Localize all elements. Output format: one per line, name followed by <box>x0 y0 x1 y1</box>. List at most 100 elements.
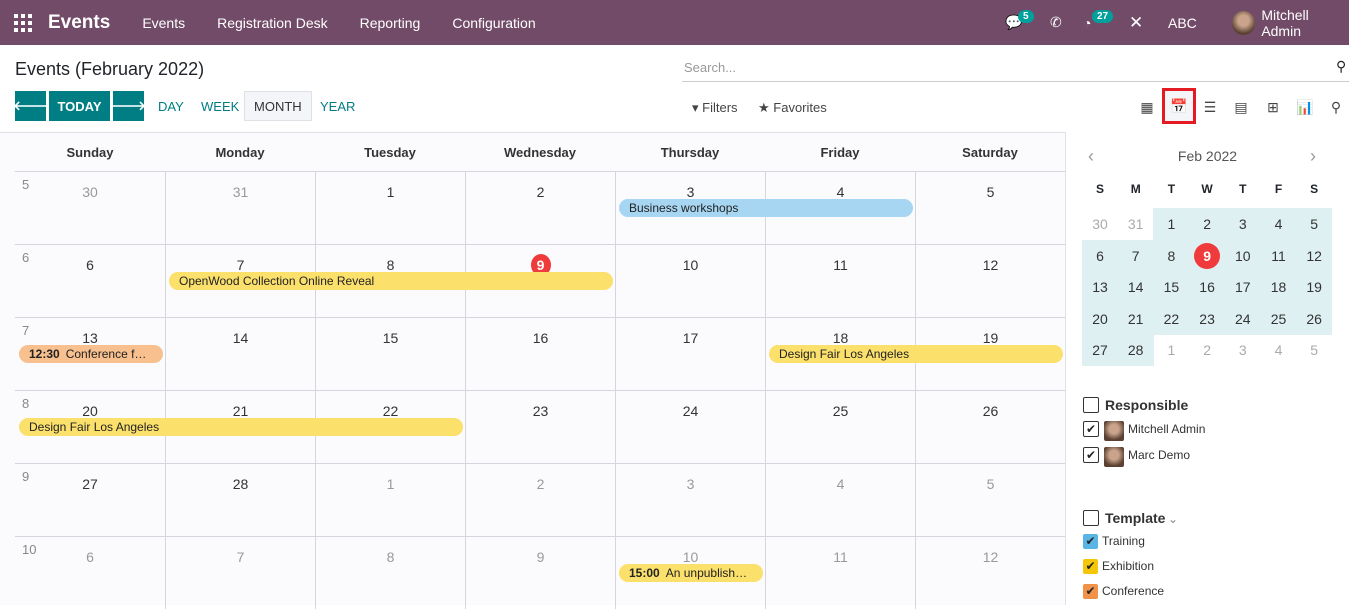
day-cell[interactable]: 2 <box>465 171 615 244</box>
day-cell[interactable]: 30 <box>15 171 165 244</box>
user-menu[interactable]: Mitchell Admin <box>1232 0 1349 45</box>
mini-calendar-day[interactable]: 20 <box>1082 302 1118 335</box>
day-cell[interactable]: 27 <box>15 463 165 536</box>
phone-icon[interactable]: ✆ <box>1050 0 1062 45</box>
messages-icon[interactable]: 💬 <box>1005 0 1022 45</box>
favorites-button[interactable]: ★ Favorites <box>758 100 827 116</box>
day-cell[interactable]: 11 <box>765 536 915 609</box>
mini-calendar-day[interactable]: 1 <box>1153 334 1189 366</box>
mini-calendar-day[interactable]: 9 <box>1189 239 1226 272</box>
calendar-event[interactable]: Business workshops <box>619 199 913 217</box>
day-cell[interactable]: 1 <box>315 463 465 536</box>
mini-calendar-day[interactable]: 11 <box>1260 239 1297 272</box>
calendar-view-icon[interactable]: 📅 <box>1162 88 1196 124</box>
mini-calendar-day[interactable]: 23 <box>1189 302 1226 335</box>
mini-calendar-day[interactable]: 2 <box>1189 334 1225 366</box>
day-cell[interactable]: 28 <box>165 463 315 536</box>
day-cell[interactable]: 24 <box>615 390 765 463</box>
day-cell[interactable]: 31 <box>165 171 315 244</box>
today-button[interactable]: TODAY <box>49 91 110 121</box>
responsible-checkbox[interactable]: ✔ <box>1083 421 1099 437</box>
mini-calendar-day[interactable]: 8 <box>1153 239 1190 272</box>
calendar-event[interactable]: Design Fair Los Angeles <box>19 418 463 436</box>
mini-calendar-day[interactable]: 12 <box>1296 239 1333 272</box>
mini-calendar-day[interactable]: 25 <box>1260 302 1297 335</box>
mini-calendar-day[interactable]: 10 <box>1224 239 1261 272</box>
day-cell[interactable]: 16 <box>465 317 615 390</box>
mini-calendar-day[interactable]: 6 <box>1082 239 1118 272</box>
day-cell[interactable]: 2 <box>465 463 615 536</box>
day-cell[interactable]: 17 <box>615 317 765 390</box>
calendar-event[interactable]: OpenWood Collection Online Reveal <box>169 272 613 290</box>
menu-events[interactable]: Events <box>142 15 185 31</box>
scale-day[interactable]: DAY <box>149 91 193 121</box>
gantt-view-icon[interactable]: ▤ <box>1230 96 1252 118</box>
company-switcher[interactable]: ABC <box>1168 0 1197 45</box>
day-cell[interactable]: 1 <box>315 171 465 244</box>
calendar-event[interactable]: Design Fair Los Angeles <box>769 345 1063 363</box>
mini-calendar-day[interactable]: 5 <box>1296 208 1333 240</box>
day-cell[interactable]: 11 <box>765 244 915 317</box>
mini-calendar-day[interactable]: 4 <box>1261 334 1297 366</box>
search-input[interactable]: Search... <box>682 54 1349 82</box>
mini-calendar-day[interactable]: 3 <box>1225 334 1261 366</box>
day-cell[interactable]: 6 <box>15 244 165 317</box>
previous-button[interactable]: 🡐 <box>13 91 48 121</box>
day-cell[interactable]: 3 <box>615 463 765 536</box>
mini-calendar-day[interactable]: 1 <box>1153 208 1190 240</box>
template-checkbox[interactable]: ✔ <box>1083 534 1098 549</box>
mini-calendar-day[interactable]: 15 <box>1153 271 1190 303</box>
scale-month[interactable]: MONTH <box>244 91 312 121</box>
mini-calendar-day[interactable]: 16 <box>1189 271 1226 303</box>
map-view-icon[interactable]: ⚲ <box>1325 96 1347 118</box>
day-cell[interactable]: 7 <box>165 536 315 609</box>
search-icon[interactable]: ⚲ <box>1336 58 1346 75</box>
template-all-checkbox[interactable] <box>1083 510 1099 526</box>
kanban-view-icon[interactable]: ▦ <box>1136 96 1158 118</box>
next-button[interactable]: 🡒 <box>111 91 146 121</box>
filters-button[interactable]: ▾ Filters <box>692 100 738 116</box>
day-cell[interactable]: 12 <box>915 536 1065 609</box>
day-cell[interactable]: 9 <box>465 536 615 609</box>
day-cell[interactable]: 6 <box>15 536 165 609</box>
day-cell[interactable]: 12 <box>915 244 1065 317</box>
mini-calendar-day[interactable]: 22 <box>1153 302 1190 335</box>
mini-calendar-day[interactable]: 13 <box>1082 271 1118 303</box>
list-view-icon[interactable]: ☰ <box>1199 96 1221 118</box>
mini-calendar-day[interactable]: 4 <box>1260 208 1297 240</box>
menu-configuration[interactable]: Configuration <box>452 15 535 31</box>
mini-calendar-day[interactable]: 24 <box>1224 302 1261 335</box>
day-cell[interactable]: 5 <box>915 171 1065 244</box>
apps-menu-icon[interactable] <box>14 13 32 32</box>
day-cell[interactable]: 15 <box>315 317 465 390</box>
mini-calendar-day[interactable]: 2 <box>1189 208 1226 240</box>
mini-calendar-day[interactable]: 5 <box>1296 334 1332 366</box>
mini-calendar-day[interactable]: 14 <box>1117 271 1154 303</box>
template-checkbox[interactable]: ✔ <box>1083 559 1098 574</box>
scale-week[interactable]: WEEK <box>192 91 248 121</box>
mini-calendar-day[interactable]: 31 <box>1118 208 1154 240</box>
menu-reporting[interactable]: Reporting <box>360 15 421 31</box>
mini-calendar-day[interactable]: 19 <box>1296 271 1333 303</box>
activity-clock-icon[interactable]: ◔ <box>1083 0 1091 45</box>
mini-calendar-day[interactable]: 21 <box>1117 302 1154 335</box>
pivot-view-icon[interactable]: ⊞ <box>1262 96 1284 118</box>
debug-tools-icon[interactable]: ✕ <box>1129 0 1143 45</box>
template-chevron-down-icon[interactable]: ⌄ <box>1168 512 1178 526</box>
template-checkbox[interactable]: ✔ <box>1083 584 1098 599</box>
mini-calendar-day[interactable]: 27 <box>1082 334 1118 366</box>
mini-calendar-day[interactable]: 7 <box>1117 239 1154 272</box>
day-cell[interactable]: 10 <box>615 244 765 317</box>
graph-view-icon[interactable]: 📊 <box>1294 96 1316 118</box>
calendar-event[interactable]: 15:00 An unpublished... <box>619 564 763 582</box>
day-cell[interactable]: 4 <box>765 463 915 536</box>
day-cell[interactable]: 14 <box>165 317 315 390</box>
app-brand[interactable]: Events <box>48 12 110 34</box>
day-cell[interactable]: 23 <box>465 390 615 463</box>
responsible-all-checkbox[interactable] <box>1083 397 1099 413</box>
day-cell[interactable]: 5 <box>915 463 1065 536</box>
day-cell[interactable]: 8 <box>315 536 465 609</box>
mini-calendar-day[interactable]: 18 <box>1260 271 1297 303</box>
responsible-checkbox[interactable]: ✔ <box>1083 447 1099 463</box>
day-cell[interactable]: 25 <box>765 390 915 463</box>
